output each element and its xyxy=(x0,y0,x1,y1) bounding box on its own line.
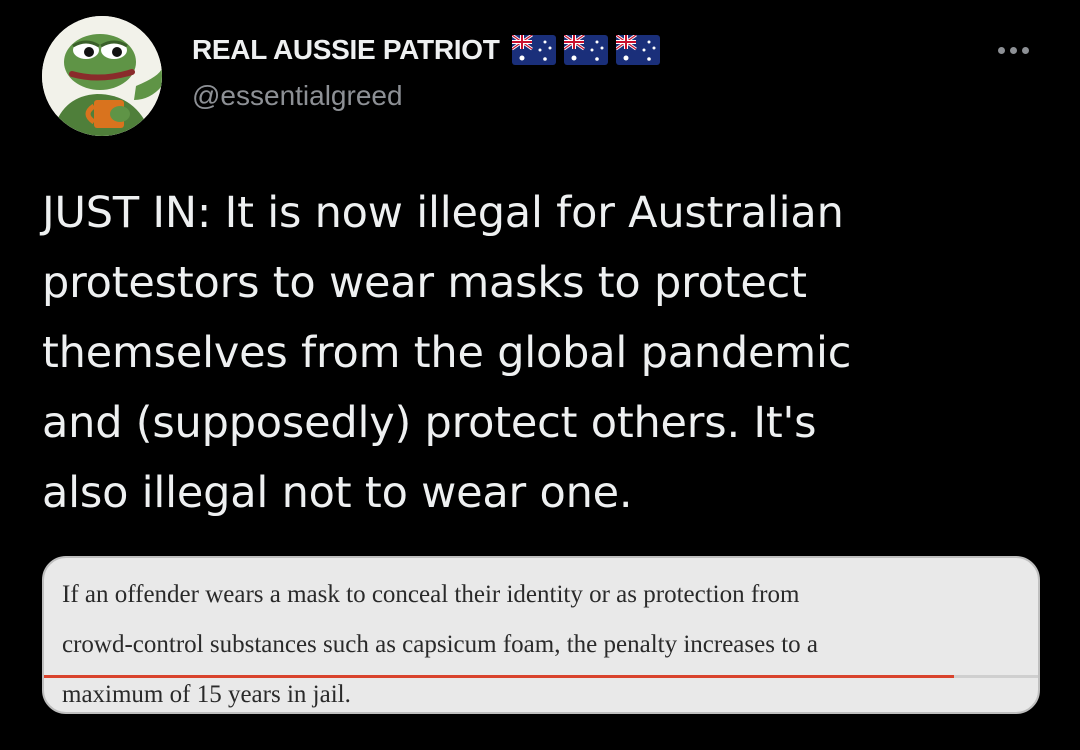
name-badges xyxy=(511,35,660,65)
display-name[interactable]: REAL AUSSIE PATRIOT xyxy=(192,34,500,66)
underline-rest xyxy=(954,675,1038,678)
highlight-underline xyxy=(44,675,954,678)
australian-flag-icon xyxy=(615,35,660,65)
tweet-text: JUST IN: It is now illegal for Australia… xyxy=(42,178,1052,528)
attached-image-text: If an offender wears a mask to conceal t… xyxy=(62,570,1032,712)
tweet-text-line: themselves from the global pandemic xyxy=(42,328,852,378)
more-options-icon xyxy=(997,46,1005,54)
more-options-button[interactable] xyxy=(988,30,1038,70)
attached-image-line: crowd-control substances such as capsicu… xyxy=(62,631,818,658)
australian-flag-icon xyxy=(511,35,556,65)
tweet: REAL AUSSIE PATRIOT @essentialgreed JUST… xyxy=(0,0,1080,750)
avatar[interactable] xyxy=(42,16,162,136)
tweet-text-line: also illegal not to wear one. xyxy=(42,468,633,518)
tweet-text-line: and (supposedly) protect others. It's xyxy=(42,398,817,448)
attached-image[interactable]: If an offender wears a mask to conceal t… xyxy=(42,556,1040,714)
attached-image-line: If an offender wears a mask to conceal t… xyxy=(62,581,800,608)
pepe-frog-mug-avatar-icon xyxy=(42,16,162,136)
tweet-text-line: JUST IN: It is now illegal for Australia… xyxy=(42,188,844,238)
user-handle[interactable]: @essentialgreed xyxy=(192,80,403,112)
tweet-text-line: protestors to wear masks to protect xyxy=(42,258,807,308)
australian-flag-icon xyxy=(563,35,608,65)
more-options-icon-dot xyxy=(1009,46,1017,54)
more-options-icon-dot xyxy=(1021,46,1029,54)
display-name-row: REAL AUSSIE PATRIOT xyxy=(192,30,660,70)
